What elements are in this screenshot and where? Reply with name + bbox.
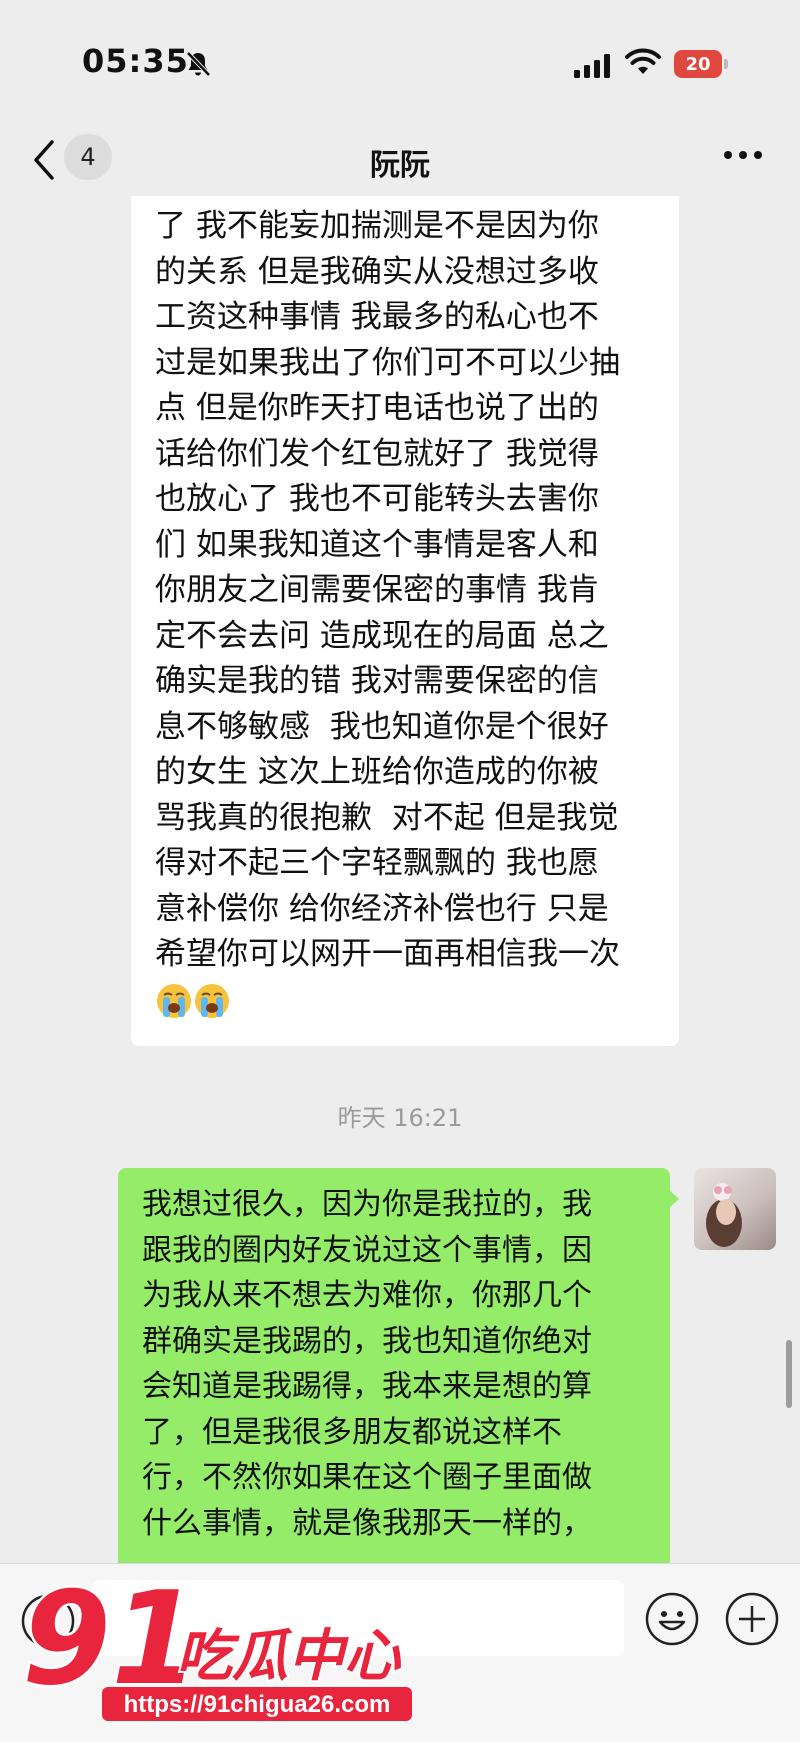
scrollbar[interactable] xyxy=(786,1340,792,1408)
loudly-crying-face-icon xyxy=(157,984,191,1018)
watermark-logo: 91 吃瓜中心 https://91chigua26.com xyxy=(20,1565,412,1721)
battery-level: 20 xyxy=(674,50,722,78)
battery-tip xyxy=(724,59,728,69)
sent-message-bubble[interactable]: 我想过很久，因为你是我拉的，我 跟我的圈内好友说过这个事情，因 为我从来不想去为… xyxy=(118,1168,670,1588)
message-text: 我想过很久，因为你是我拉的，我 跟我的圈内好友说过这个事情，因 为我从来不想去为… xyxy=(142,1187,592,1541)
watermark-url: https://91chigua26.com xyxy=(124,1691,391,1718)
avatar-image xyxy=(706,1183,742,1247)
received-message-bubble[interactable]: 了 我不能妄加揣测是不是因为你 的关系 但是我确实从没想过多收 工资这种事情 我… xyxy=(131,196,679,1046)
bell-slash-icon xyxy=(186,51,211,77)
chat-title: 阮阮 xyxy=(370,148,430,183)
battery-icon: 20 xyxy=(674,50,730,78)
loudly-crying-face-icon xyxy=(195,984,229,1018)
more-horizontal-icon[interactable] xyxy=(722,148,764,162)
message-timestamp: 昨天 16:21 xyxy=(337,1104,463,1132)
watermark-brand: 吃瓜中心 xyxy=(176,1624,402,1689)
message-body: 了 我不能妄加揣测是不是因为你 的关系 但是我确实从没想过多收 工资这种事情 我… xyxy=(155,208,620,972)
avatar[interactable] xyxy=(694,1168,776,1250)
plus-circle-icon[interactable] xyxy=(724,1591,780,1647)
status-bar: 05:35 20 xyxy=(0,0,800,120)
wifi-icon xyxy=(625,48,661,74)
bubble-tail xyxy=(669,1190,679,1208)
message-text: 了 我不能妄加揣测是不是因为你 的关系 但是我确实从没想过多收 工资这种事情 我… xyxy=(155,204,661,1023)
clock: 05:35 xyxy=(82,42,189,80)
signal-icon xyxy=(574,54,610,78)
smiley-icon[interactable] xyxy=(644,1591,700,1647)
